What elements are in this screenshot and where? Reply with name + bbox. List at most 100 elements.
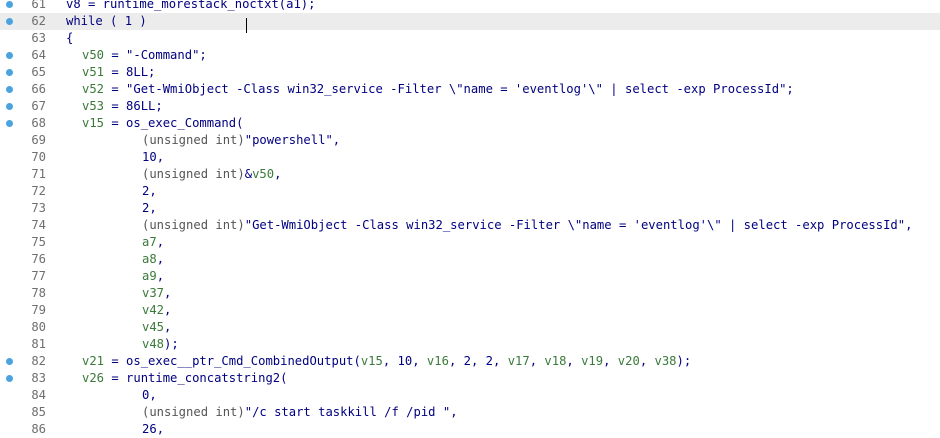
code-text: v51 = 8LL;: [82, 64, 155, 81]
line-number: 63: [31, 31, 46, 45]
code-token: os_exec__ptr_Cmd_CombinedOutput: [126, 354, 354, 368]
line-number: 79: [31, 303, 46, 317]
code-line[interactable]: 62 while ( 1 ): [0, 13, 940, 33]
code-token: v15: [360, 354, 383, 368]
code-token: ,: [382, 354, 398, 368]
code-line[interactable]: 65 v51 = 8LL;: [0, 64, 940, 81]
code-token: (: [236, 116, 244, 130]
code-token: v53: [82, 99, 105, 113]
breakpoint-dot-icon[interactable]: [6, 18, 13, 25]
code-text: v21 = os_exec__ptr_Cmd_CombinedOutput(v1…: [82, 353, 691, 370]
code-token: ,: [156, 235, 165, 249]
code-line[interactable]: 83 v26 = runtime_concatstring2(: [0, 370, 940, 387]
breakpoint-dot-icon[interactable]: [6, 103, 13, 110]
line-number: 65: [31, 65, 46, 79]
breakpoint-dot-icon[interactable]: [6, 120, 13, 127]
code-line[interactable]: 75 a7,: [0, 234, 940, 251]
code-token: ;: [148, 65, 156, 79]
code-line[interactable]: 78 v37,: [0, 285, 940, 302]
code-text: (unsigned int)"powershell",: [142, 132, 340, 149]
line-number: 78: [31, 286, 46, 300]
code-line[interactable]: 86 26,: [0, 421, 940, 438]
code-token: =: [104, 354, 127, 368]
code-line[interactable]: 72 2,: [0, 183, 940, 200]
code-text: v37,: [142, 285, 171, 302]
code-text: 2,: [142, 183, 157, 200]
code-text: (unsigned int)&v50,: [142, 166, 281, 183]
code-line[interactable]: 73 2,: [0, 200, 940, 217]
code-line[interactable]: 81 v48);: [0, 336, 940, 353]
code-token: "powershell": [244, 133, 333, 147]
code-token: "Get-WmiObject -Class win32_service -Fil…: [126, 82, 787, 96]
code-token: ,: [529, 354, 545, 368]
line-number: 82: [31, 354, 46, 368]
code-token: =: [104, 99, 127, 113]
code-text: v48);: [142, 336, 179, 353]
code-token: ,: [156, 422, 165, 436]
line-number: 70: [31, 150, 46, 164]
breakpoint-dot-icon[interactable]: [6, 52, 13, 59]
code-token: v15: [82, 116, 105, 130]
code-token: (unsigned int): [142, 133, 245, 147]
code-token: ,: [603, 354, 618, 368]
line-number: 85: [31, 405, 46, 419]
code-token: =: [104, 371, 127, 385]
code-line[interactable]: 63 {: [0, 30, 940, 47]
code-line[interactable]: 84 0,: [0, 387, 940, 404]
code-line[interactable]: 61 v8 = runtime_morestack_noctxt(a1);: [0, 0, 940, 13]
line-number: 81: [31, 337, 46, 351]
code-text: v50 = "-Command";: [82, 47, 207, 64]
code-text: {: [66, 30, 73, 47]
code-line[interactable]: 71 (unsigned int)&v50,: [0, 166, 940, 183]
code-token: ;: [786, 82, 794, 96]
code-line[interactable]: 79 v42,: [0, 302, 940, 319]
code-line[interactable]: 82 v21 = os_exec__ptr_Cmd_CombinedOutput(…: [0, 353, 940, 370]
breakpoint-dot-icon[interactable]: [6, 69, 13, 76]
code-token: ,: [156, 269, 165, 283]
code-token: v52: [82, 82, 105, 96]
line-number: 86: [31, 422, 46, 436]
code-token: 2: [485, 354, 493, 368]
code-text: 0,: [142, 387, 157, 404]
line-number: 71: [31, 167, 46, 181]
code-line[interactable]: 77 a9,: [0, 268, 940, 285]
code-line[interactable]: 64 v50 = "-Command";: [0, 47, 940, 64]
code-token: ,: [639, 354, 655, 368]
code-token: ,: [156, 150, 165, 164]
code-token: 10: [142, 150, 157, 164]
breakpoint-dot-icon[interactable]: [6, 375, 13, 382]
code-text: 2,: [142, 200, 157, 217]
code-token: ,: [149, 388, 157, 402]
code-line[interactable]: 74 (unsigned int)"Get-WmiObject -Class wi…: [0, 217, 940, 234]
code-token: (: [353, 354, 361, 368]
code-text: v8 = runtime_morestack_noctxt(a1);: [66, 0, 315, 13]
line-number: 77: [31, 269, 46, 283]
code-text: v26 = runtime_concatstring2(: [82, 370, 287, 387]
code-line[interactable]: 85 (unsigned int)"/c start taskkill /f /p…: [0, 404, 940, 421]
code-line[interactable]: 70 10,: [0, 149, 940, 166]
code-text: (unsigned int)"/c start taskkill /f /pid…: [142, 404, 458, 421]
code-token: &: [244, 167, 253, 181]
pseudocode-view[interactable]: 61 v8 = runtime_morestack_noctxt(a1); 62 wh…: [0, 0, 940, 438]
code-token: ,: [164, 320, 172, 334]
code-token: v8 = runtime_morestack_noctxt(a1);: [66, 0, 316, 11]
code-line[interactable]: 80 v45,: [0, 319, 940, 336]
code-token: ,: [149, 201, 157, 215]
code-line[interactable]: 76 a8,: [0, 251, 940, 268]
code-text: v53 = 86LL;: [82, 98, 163, 115]
code-line[interactable]: 69 (unsigned int)"powershell",: [0, 132, 940, 149]
code-text: 10,: [142, 149, 164, 166]
breakpoint-dot-icon[interactable]: [6, 358, 13, 365]
code-text: (unsigned int)"Get-WmiObject -Class win3…: [142, 217, 912, 234]
code-token: ,: [450, 405, 458, 419]
line-number: 76: [31, 252, 46, 266]
breakpoint-dot-icon[interactable]: [6, 1, 13, 8]
breakpoint-dot-icon[interactable]: [6, 86, 13, 93]
code-token: v42: [142, 303, 165, 317]
code-line[interactable]: 68 v15 = os_exec_Command(: [0, 115, 940, 132]
code-token: 8LL: [126, 65, 149, 79]
code-token: a7: [142, 235, 157, 249]
code-line[interactable]: 66 v52 = "Get-WmiObject -Class win32_serv…: [0, 81, 940, 98]
code-line[interactable]: 67 v53 = 86LL;: [0, 98, 940, 115]
code-text: a9,: [142, 268, 164, 285]
